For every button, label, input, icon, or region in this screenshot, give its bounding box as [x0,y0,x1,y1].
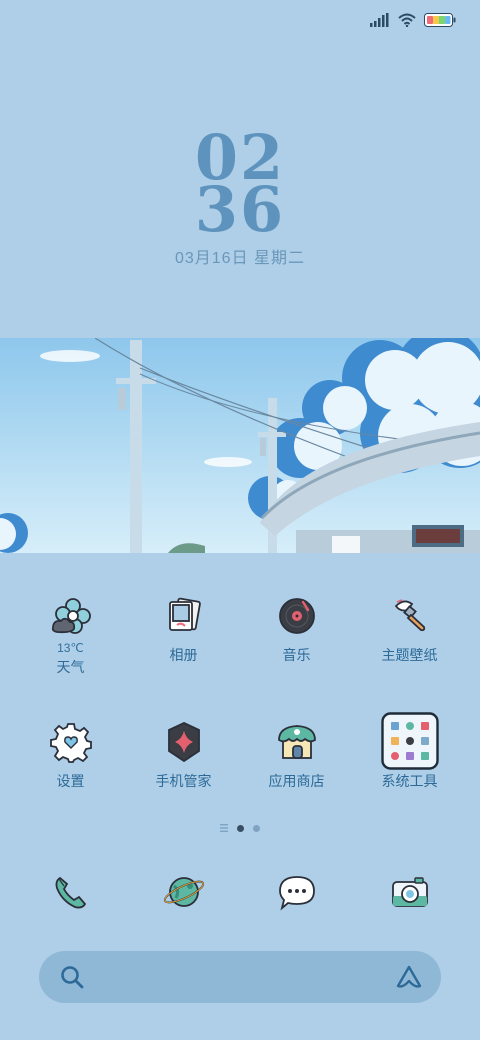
search-bar[interactable] [39,951,441,1003]
clock-minutes: 36 [194,173,286,246]
page-dot[interactable] [253,824,260,832]
wifi-icon [398,13,416,27]
messages-icon [278,876,315,911]
dock [14,868,466,916]
app-label-weather: 天气 [56,659,85,675]
camera-icon [391,877,428,907]
app-grid: 13℃ 天气 相册 音乐 主题壁纸 设置 手机管家 应用商店 系统工具 [14,592,466,822]
themes-icon [394,599,425,632]
app-music[interactable]: 音乐 [240,592,353,696]
app-label-gallery: 相册 [169,647,198,663]
dock-phone[interactable] [47,868,95,916]
security-icon [167,722,200,763]
clock-widget[interactable]: 02 36 03月16日 星期二 [0,127,480,268]
app-weather[interactable]: 13℃ 天气 [14,592,127,696]
status-bar [370,10,456,30]
app-store[interactable]: 应用商店 [240,718,353,822]
page-dot-active[interactable] [237,824,244,832]
folder-system-tools[interactable]: 系统工具 [353,712,466,822]
signal-icon [370,13,389,27]
dock-browser[interactable] [160,868,208,916]
system-tools-folder-icon [380,712,439,770]
wallpaper-illustration [0,338,480,553]
page-indicator[interactable] [0,824,480,832]
app-label-themes: 主题壁纸 [381,647,438,663]
page-list-icon [220,824,228,832]
app-themes[interactable]: 主题壁纸 [353,592,466,696]
app-label-system-tools: 系统工具 [381,773,438,789]
dock-messages[interactable] [273,868,321,916]
settings-icon [49,723,92,763]
clock-date: 03月16日 星期二 [174,250,306,267]
music-icon [278,598,315,634]
app-store-icon [277,725,316,759]
app-security[interactable]: 手机管家 [127,718,240,822]
weather-icon [51,598,91,634]
assistant-icon[interactable] [395,964,423,990]
app-label-store: 应用商店 [268,773,325,789]
phone-icon [55,876,86,909]
app-label-security: 手机管家 [155,773,212,789]
browser-planet-icon [163,877,204,907]
app-label-settings: 设置 [56,773,85,789]
dock-camera[interactable] [386,868,434,916]
app-gallery[interactable]: 相册 [127,592,240,696]
search-icon[interactable] [59,964,85,990]
weather-temperature: 13℃ [57,641,84,655]
gallery-icon [168,597,201,631]
battery-icon [424,13,456,27]
app-label-music: 音乐 [282,647,311,663]
app-settings[interactable]: 设置 [14,718,127,822]
